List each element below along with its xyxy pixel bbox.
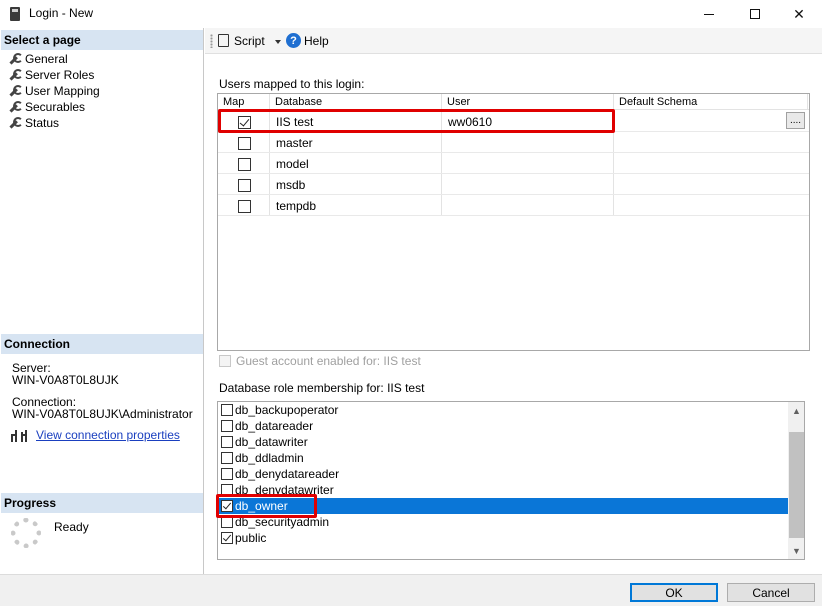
maximize-button[interactable] (732, 0, 778, 28)
scroll-down-icon[interactable]: ▼ (788, 542, 804, 559)
ok-button[interactable]: OK (630, 583, 718, 602)
list-item[interactable]: db_ddladmin (218, 450, 788, 466)
wrench-icon (8, 101, 23, 113)
role-checkbox[interactable] (221, 436, 233, 448)
map-checkbox[interactable] (238, 137, 251, 150)
role-checkbox[interactable] (221, 532, 233, 544)
highlight-box-db-owner (216, 494, 317, 518)
role-label: db_datawriter (235, 435, 308, 449)
scroll-up-icon[interactable]: ▲ (788, 402, 804, 419)
role-list-scrollbar[interactable]: ▲ ▼ (788, 402, 804, 559)
title-bar: Login - New ✕ (0, 0, 822, 28)
nav-item-label: User Mapping (25, 84, 100, 98)
role-label: db_backupoperator (235, 403, 339, 417)
column-header-user[interactable]: User (447, 96, 470, 108)
dialog-button-bar: OK Cancel (0, 574, 822, 606)
table-row[interactable]: master (218, 132, 809, 153)
nav-item-securables[interactable]: Securables (8, 99, 85, 115)
view-connection-properties-link[interactable]: View connection properties (36, 428, 180, 442)
left-pane: Select a page General Server Roles User … (0, 28, 204, 574)
role-label: db_datareader (235, 419, 314, 433)
role-checkbox[interactable] (221, 452, 233, 464)
connection-properties-icon (11, 430, 29, 442)
role-membership-caption: Database role membership for: IIS test (219, 381, 425, 395)
help-icon[interactable]: ? (286, 33, 301, 48)
grid-header: Map Database User Default Schema (218, 94, 809, 110)
minimize-button[interactable] (686, 0, 732, 28)
table-row[interactable]: msdb (218, 174, 809, 195)
minimize-icon (704, 13, 714, 15)
progress-status: Ready (54, 520, 89, 534)
column-header-database[interactable]: Database (275, 96, 322, 108)
users-mapped-caption: Users mapped to this login: (219, 77, 365, 91)
database-cell: master (276, 136, 313, 150)
connection-value: WIN-V0A8T0L8UJK\Administrator (12, 407, 193, 421)
highlight-box-mapping-row (218, 109, 615, 133)
database-cell: tempdb (276, 199, 317, 213)
help-button[interactable]: Help (304, 34, 329, 48)
role-membership-list: db_backupoperator db_datareader db_dataw… (217, 401, 805, 560)
column-header-map[interactable]: Map (223, 96, 244, 108)
nav-item-status[interactable]: Status (8, 115, 59, 131)
nav-item-server-roles[interactable]: Server Roles (8, 67, 94, 83)
cancel-button[interactable]: Cancel (727, 583, 815, 602)
server-value: WIN-V0A8T0L8UJK (12, 373, 119, 387)
progress-header: Progress (1, 493, 203, 513)
wrench-icon (8, 53, 23, 65)
maximize-icon (750, 9, 760, 19)
guest-account-label: Guest account enabled for: IIS test (236, 354, 421, 368)
list-item[interactable]: db_datareader (218, 418, 788, 434)
guest-account-checkbox (219, 355, 231, 367)
list-item[interactable]: db_datawriter (218, 434, 788, 450)
map-checkbox[interactable] (238, 158, 251, 171)
wrench-icon (8, 117, 23, 129)
nav-item-label: General (25, 52, 68, 66)
nav-item-label: Securables (25, 100, 86, 114)
select-page-header: Select a page (1, 30, 203, 50)
close-button[interactable]: ✕ (776, 0, 822, 28)
role-label: db_denydatareader (235, 467, 340, 481)
table-row[interactable]: model (218, 153, 809, 174)
script-icon (217, 34, 229, 47)
table-row[interactable]: tempdb (218, 195, 809, 216)
guest-account-option: Guest account enabled for: IIS test (219, 354, 421, 368)
wrench-icon (8, 85, 23, 97)
column-header-default-schema[interactable]: Default Schema (619, 96, 697, 108)
database-cell: model (276, 157, 309, 171)
list-item[interactable]: db_denydatareader (218, 466, 788, 482)
wrench-icon (8, 69, 23, 81)
map-checkbox[interactable] (238, 200, 251, 213)
map-checkbox[interactable] (238, 179, 251, 192)
progress-spinner-icon (11, 518, 41, 548)
role-checkbox[interactable] (221, 468, 233, 480)
nav-item-general[interactable]: General (8, 51, 68, 67)
close-icon: ✕ (793, 5, 805, 22)
script-button[interactable]: Script (234, 34, 265, 48)
toolbar-grip (210, 34, 213, 48)
list-item[interactable]: public (218, 530, 788, 546)
nav-item-user-mapping[interactable]: User Mapping (8, 83, 100, 99)
app-icon (10, 7, 20, 21)
database-cell: msdb (276, 178, 306, 192)
nav-item-label: Status (25, 116, 60, 130)
role-label: db_ddladmin (235, 451, 304, 465)
scroll-thumb[interactable] (789, 432, 804, 538)
script-dropdown-icon[interactable] (275, 40, 281, 44)
schema-browse-button[interactable]: .... (786, 112, 805, 129)
role-checkbox[interactable] (221, 420, 233, 432)
role-checkbox[interactable] (221, 404, 233, 416)
connection-header: Connection (1, 334, 203, 354)
toolbar: Script ? Help (205, 28, 822, 54)
window-title: Login - New (29, 6, 94, 20)
nav-item-label: Server Roles (25, 68, 95, 82)
role-label: public (235, 531, 267, 545)
list-item[interactable]: db_backupoperator (218, 402, 788, 418)
